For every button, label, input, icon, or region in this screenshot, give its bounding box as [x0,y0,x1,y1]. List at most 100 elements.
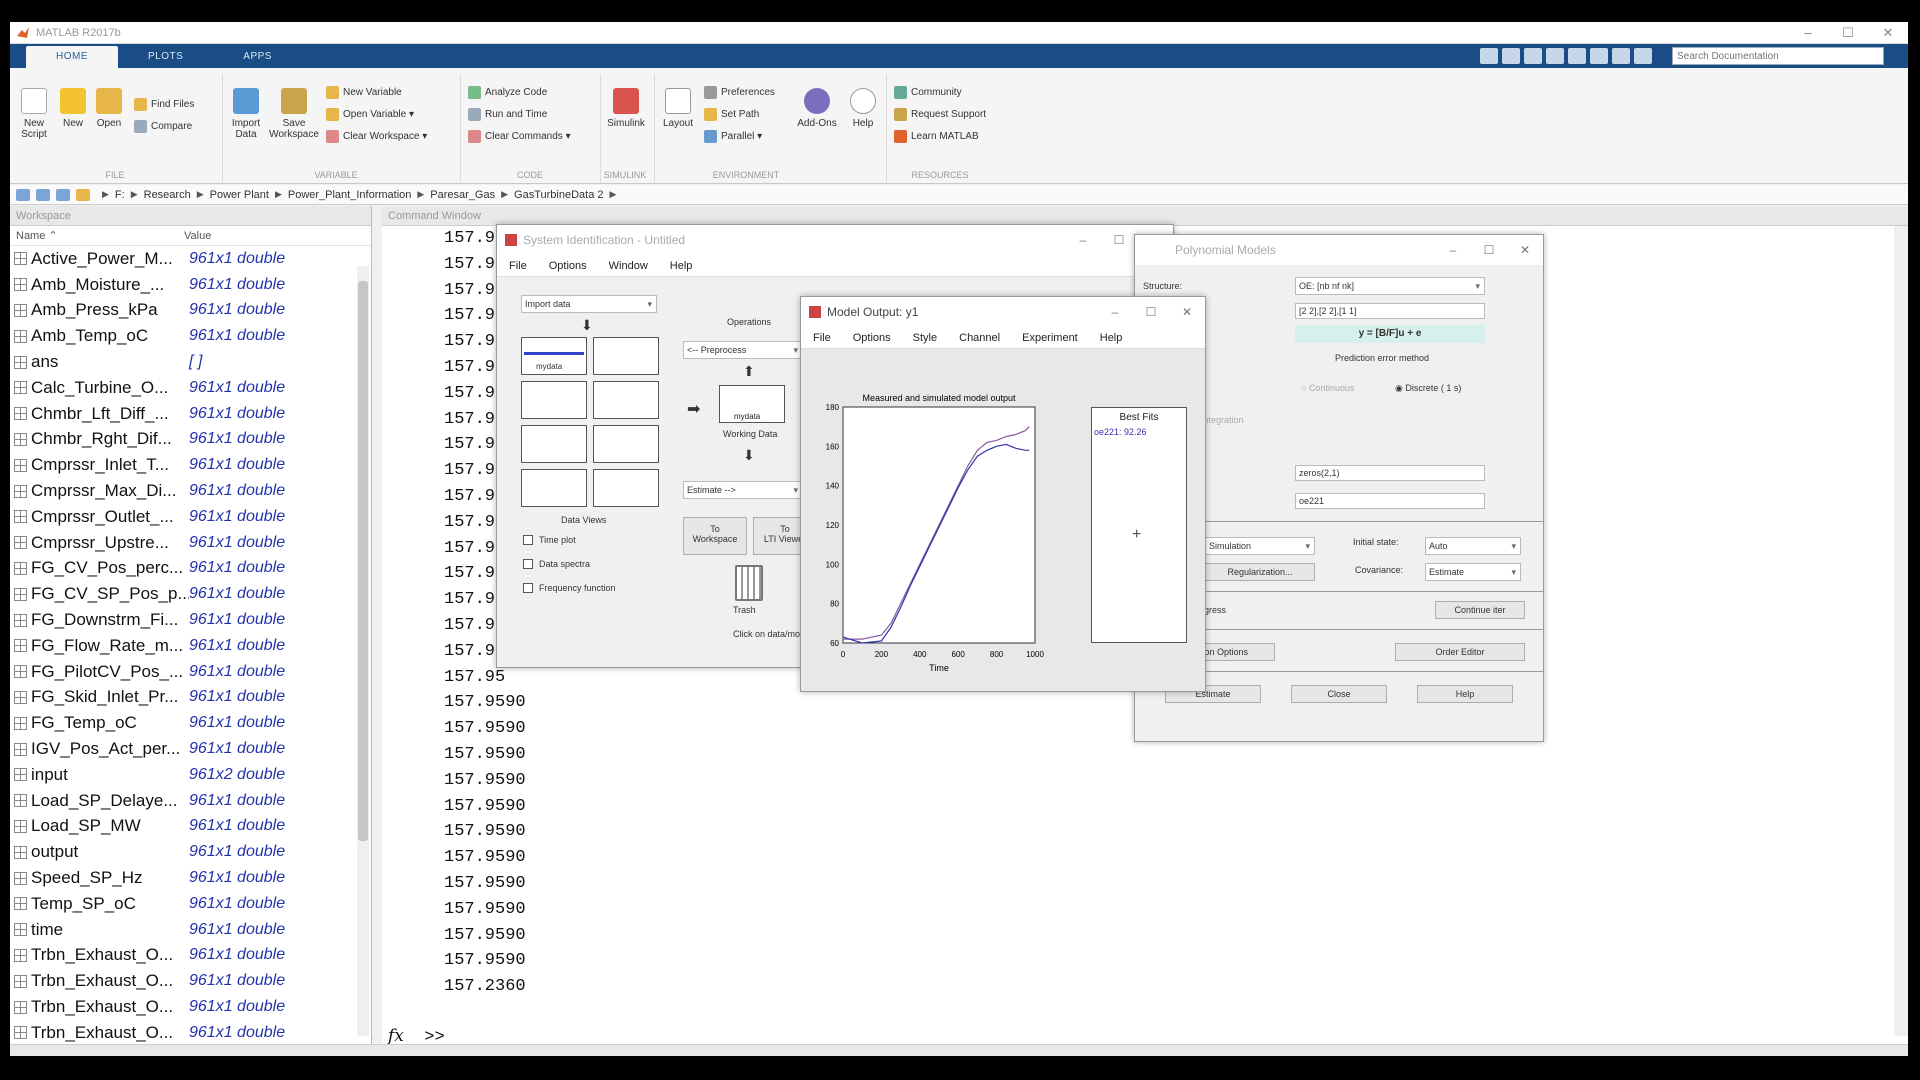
workspace-row[interactable]: Speed_SP_Hz 961x1 double [10,865,371,891]
frequency-function-checkbox[interactable] [523,583,533,593]
save-workspace-button[interactable]: Save Workspace [268,88,320,140]
set-path-button[interactable]: Set Path [704,108,759,121]
column-value[interactable]: Value [184,226,211,245]
back-icon[interactable] [16,188,30,201]
command-window-scrollbar[interactable] [1894,226,1908,1036]
new-variable-button[interactable]: New Variable [326,86,402,99]
mo-menu-help[interactable]: Help [1100,332,1123,344]
sysid-menu-window[interactable]: Window [609,260,648,272]
data-slot-8[interactable] [593,469,659,507]
crumb-gasturbinedata[interactable]: GasTurbineData 2 [514,189,603,201]
sysid-maximize[interactable]: ☐ [1101,225,1137,255]
open-button[interactable]: Open [92,88,126,129]
estimate-dropdown[interactable]: Estimate --> [683,481,803,499]
continuous-radio[interactable]: ○ Continuous [1301,383,1354,393]
workspace-row[interactable]: Cmprssr_Outlet_... 961x1 double [10,504,371,530]
model-output-maximize[interactable]: ☐ [1133,297,1169,327]
crumb-power-plant[interactable]: Power Plant [210,189,269,201]
workspace-row[interactable]: Trbn_Exhaust_O... 961x1 double [10,968,371,994]
analyze-code-button[interactable]: Analyze Code [468,86,547,99]
data-slot-4[interactable] [593,381,659,419]
switch-windows-icon[interactable] [1612,48,1630,64]
data-slot-3[interactable] [521,381,587,419]
workspace-row[interactable]: Trbn_Exhaust_O... 961x1 double [10,1020,371,1046]
clear-commands-button[interactable]: Clear Commands ▾ [468,130,571,143]
undo-icon[interactable] [1568,48,1586,64]
workspace-row[interactable]: Load_SP_MW 961x1 double [10,814,371,840]
workspace-row[interactable]: Active_Power_M... 961x1 double [10,246,371,272]
workspace-row[interactable]: FG_CV_SP_Pos_p... 961x1 double [10,581,371,607]
workspace-row[interactable]: Cmprssr_Max_Di... 961x1 double [10,478,371,504]
tab-home[interactable]: HOME [26,46,118,68]
crumb-drive[interactable]: F: [115,189,125,201]
best-fit-entry[interactable]: oe221: 92.26 [1092,427,1186,437]
workspace-row[interactable]: Amb_Temp_oC 961x1 double [10,323,371,349]
poly-maximize[interactable]: ☐ [1471,235,1507,265]
layout-button[interactable]: Layout [658,88,698,129]
data-slot-7[interactable] [521,469,587,507]
preferences-button[interactable]: Preferences [704,86,775,99]
run-and-time-button[interactable]: Run and Time [468,108,547,121]
forward-icon[interactable] [36,188,50,201]
find-files-button[interactable]: Find Files [134,98,194,111]
orders-field[interactable]: [2 2],[2 2],[1 1] [1295,303,1485,319]
browse-folder-icon[interactable] [76,188,90,201]
addons-button[interactable]: Add-Ons [794,88,840,129]
workspace-row[interactable]: FG_PilotCV_Pos_... 961x1 double [10,659,371,685]
workspace-row[interactable]: FG_Temp_oC 961x1 double [10,710,371,736]
workspace-row[interactable]: Chmbr_Rght_Dif... 961x1 double [10,427,371,453]
new-script-button[interactable]: New Script [14,88,54,140]
help-icon[interactable] [1634,48,1652,64]
time-plot-checkbox[interactable] [523,535,533,545]
import-data-button[interactable]: Import Data [226,88,266,140]
data-slot-2[interactable] [593,337,659,375]
workspace-row[interactable]: Chmbr_Lft_Diff_... 961x1 double [10,401,371,427]
workspace-row[interactable]: Cmprssr_Upstre... 961x1 double [10,530,371,556]
mo-menu-experiment[interactable]: Experiment [1022,332,1078,344]
sysid-menu-help[interactable]: Help [670,260,693,272]
crumb-research[interactable]: Research [144,189,191,201]
new-button[interactable]: New [56,88,90,129]
tab-apps[interactable]: APPS [213,46,302,68]
data-slot-6[interactable] [593,425,659,463]
workspace-row[interactable]: input 961x2 double [10,762,371,788]
help-button[interactable]: Help [846,88,880,129]
model-name-field[interactable]: oe221 [1295,493,1485,509]
up-folder-icon[interactable] [56,188,70,201]
sysid-menu-file[interactable]: File [509,260,527,272]
preprocess-dropdown[interactable]: <-- Preprocess [683,341,803,359]
working-data-slot[interactable]: mydata [719,385,785,423]
workspace-row[interactable]: FG_Downstrm_Fi... 961x1 double [10,607,371,633]
mo-menu-file[interactable]: File [813,332,831,344]
workspace-row[interactable]: Calc_Turbine_O... 961x1 double [10,375,371,401]
parallel-button[interactable]: Parallel ▾ [704,130,762,143]
workspace-row[interactable]: Load_SP_Delaye... 961x1 double [10,788,371,814]
workspace-row[interactable]: FG_Skid_Inlet_Pr... 961x1 double [10,685,371,711]
simulink-button[interactable]: Simulink [604,88,648,129]
initial-state-dropdown[interactable]: Auto [1425,537,1521,555]
model-output-close[interactable]: ✕ [1169,297,1205,327]
workspace-row[interactable]: time 961x1 double [10,917,371,943]
compare-button[interactable]: Compare [134,120,192,133]
sysid-menu-options[interactable]: Options [549,260,587,272]
focus-dropdown[interactable]: Simulation [1205,537,1315,555]
data-slot-1[interactable]: mydata [521,337,587,375]
poly-close[interactable]: ✕ [1507,235,1543,265]
tab-plots[interactable]: PLOTS [118,46,213,68]
model-output-minimize[interactable]: – [1097,297,1133,327]
workspace-row[interactable]: Trbn_Exhaust_O... 961x1 double [10,994,371,1020]
mo-menu-channel[interactable]: Channel [959,332,1000,344]
crumb-power-plant-information[interactable]: Power_Plant_Information [288,189,412,201]
workspace-row[interactable]: IGV_Pos_Act_per... 961x1 double [10,736,371,762]
mo-menu-options[interactable]: Options [853,332,891,344]
maximize-button[interactable]: ☐ [1828,22,1868,44]
save-icon[interactable] [1480,48,1498,64]
import-data-dropdown[interactable]: Import data [521,295,657,313]
continue-iter-button[interactable]: Continue iter [1435,601,1525,619]
community-button[interactable]: Community [894,86,962,99]
cut-icon[interactable] [1502,48,1520,64]
workspace-row[interactable]: Amb_Moisture_... 961x1 double [10,272,371,298]
close-button[interactable]: Close [1291,685,1387,703]
close-button[interactable]: ✕ [1868,22,1908,44]
paste-icon[interactable] [1546,48,1564,64]
